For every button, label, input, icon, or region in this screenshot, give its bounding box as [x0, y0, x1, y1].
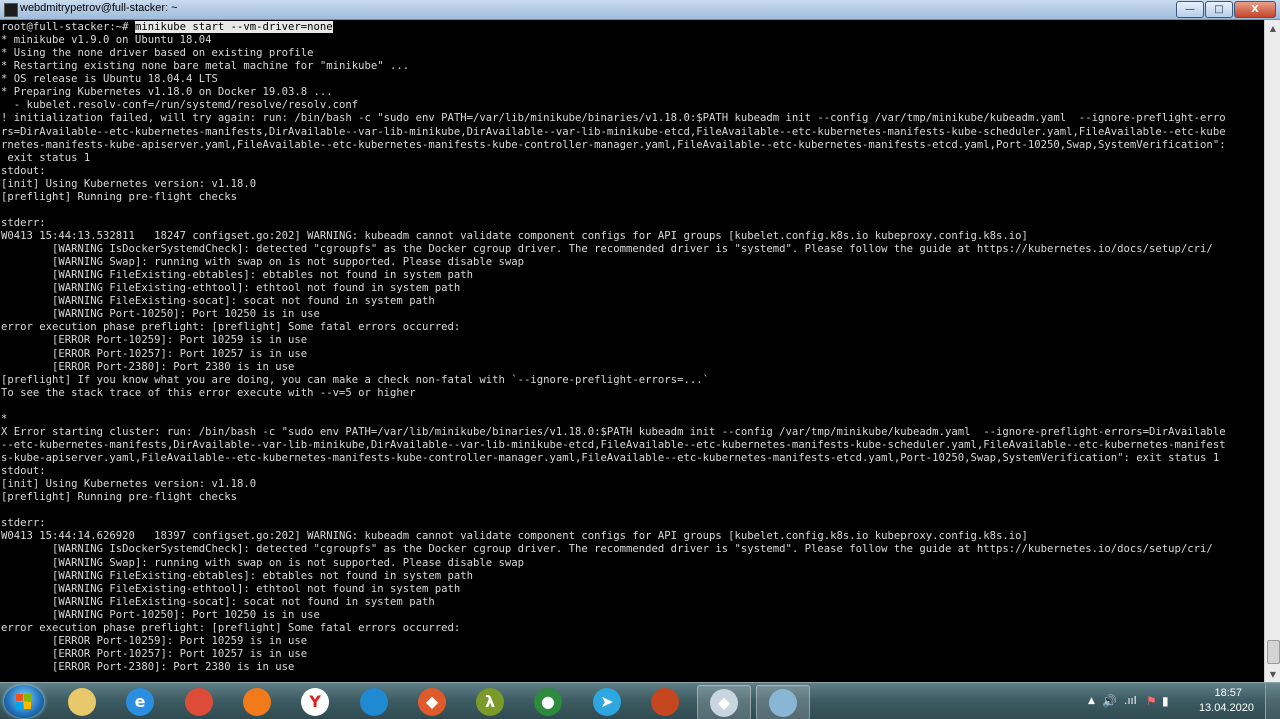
- terminal-line: [WARNING FileExisting-ebtables]: ebtable…: [1, 569, 473, 582]
- scroll-down-arrow-icon[interactable]: ▼: [1265, 666, 1280, 682]
- shell-prompt: root@full-stacker:~#: [1, 21, 135, 33]
- windows-taskbar: e Y ◆ λ ● ➤ ◆ ▲ 🔊 .ııl ⚑ ▮ 18:57 13.04.2020: [0, 682, 1280, 719]
- terminal-line: * Restarting existing none bare metal ma…: [1, 60, 410, 73]
- terminal-line: [ERROR Port-10257]: Port 10257 is in use: [1, 647, 308, 660]
- show-hidden-icons-arrow-icon[interactable]: ▲: [1088, 696, 1095, 706]
- office-app-icon: [651, 687, 679, 716]
- taskbar-app-button[interactable]: [56, 685, 108, 718]
- terminal-line: [preflight] Running pre-flight checks: [1, 491, 237, 504]
- terminal-line: [WARNING FileExisting-ethtool]: ethtool …: [1, 582, 461, 595]
- start-button[interactable]: [4, 685, 44, 718]
- terminal-line: [WARNING Port-10250]: Port 10250 is in u…: [1, 308, 320, 321]
- yandex-browser-icon: Y: [301, 687, 329, 716]
- chrome-icon: [185, 687, 213, 716]
- terminal-line: ! initialization failed, will try again:…: [1, 112, 1226, 125]
- terminal-line: [preflight] If you know what you are doi…: [1, 373, 709, 386]
- terminal-line: [preflight] Running pre-flight checks: [1, 190, 237, 203]
- network-signal-icon[interactable]: .ııl: [1124, 694, 1137, 707]
- terminal-line: [WARNING FileExisting-ethtool]: ethtool …: [1, 282, 461, 295]
- volume-icon[interactable]: 🔊: [1102, 694, 1117, 708]
- taskbar-app-button[interactable]: e: [114, 685, 166, 718]
- taskbar-app-button[interactable]: [231, 685, 283, 718]
- terminal-line: To see the stack trace of this error exe…: [1, 386, 416, 399]
- scroll-up-arrow-icon[interactable]: ▲: [1265, 20, 1280, 36]
- terminal-command-line: root@full-stacker:~# minikube start --vm…: [1, 21, 333, 34]
- clock-time[interactable]: 18:57: [1214, 687, 1242, 699]
- terminal-line: [ERROR Port-10259]: Port 10259 is in use: [1, 334, 308, 347]
- terminal-output[interactable]: root@full-stacker:~# minikube start --vm…: [0, 20, 1264, 682]
- terminal-line: rnetes-manifests-kube-apiserver.yaml,Fil…: [1, 138, 1226, 151]
- terminal-line: W0413 15:44:13.532811 18247 configset.go…: [1, 230, 1028, 242]
- git-icon: ◆: [418, 687, 446, 716]
- power-icon[interactable]: ▮: [1162, 694, 1169, 708]
- vscode-icon: [360, 687, 388, 716]
- terminal-line: * Preparing Kubernetes v1.18.0 on Docker…: [1, 86, 333, 99]
- selected-command: minikube start --vm-driver=none: [134, 21, 333, 33]
- terminal-line: stderr:: [1, 517, 46, 530]
- action-center-flag-icon[interactable]: ⚑: [1146, 694, 1157, 708]
- taskbar-app-button[interactable]: Y: [289, 685, 341, 718]
- firefox-icon: [243, 687, 271, 716]
- terminal-line: [ERROR Port-2380]: Port 2380 is in use: [1, 360, 295, 373]
- scrollbar-thumb[interactable]: [1267, 640, 1280, 664]
- terminal-line: [ERROR Port-10259]: Port 10259 is in use: [1, 634, 308, 647]
- terminal-line: [WARNING FileExisting-socat]: socat not …: [1, 595, 435, 608]
- terminal-app-icon: ◆: [710, 688, 738, 717]
- show-desktop-button[interactable]: [1265, 683, 1280, 719]
- terminal-line: - kubelet.resolv-conf=/run/systemd/resol…: [1, 99, 359, 112]
- system-tray: ▲ 🔊 .ııl ⚑ ▮ 18:57 13.04.2020: [1080, 683, 1280, 719]
- terminal-window-icon: [4, 3, 18, 17]
- terminal-line: *: [1, 412, 8, 425]
- telegram-icon: ➤: [593, 687, 621, 716]
- close-button[interactable]: X: [1234, 1, 1276, 18]
- terminal-line: error execution phase preflight: [prefli…: [1, 621, 461, 634]
- terminal-line: --etc-kubernetes-manifests,DirAvailable-…: [1, 438, 1226, 451]
- terminal-line: stdout:: [1, 164, 46, 177]
- taskbar-app-button[interactable]: λ: [464, 685, 516, 718]
- terminal-line: [init] Using Kubernetes version: v1.18.0: [1, 478, 257, 491]
- taskbar-app-button[interactable]: ➤: [581, 685, 633, 718]
- maximize-button[interactable]: □: [1205, 1, 1233, 18]
- taskbar-app-button[interactable]: ◆: [697, 685, 751, 719]
- taskbar-app-button[interactable]: ●: [522, 685, 574, 718]
- taskbar-app-button[interactable]: [756, 685, 810, 719]
- terminal-scrollbar[interactable]: ▲ ▼: [1264, 20, 1280, 682]
- notepad-icon: [769, 688, 797, 717]
- minimize-button[interactable]: —: [1176, 1, 1204, 18]
- taskbar-app-button[interactable]: [348, 685, 400, 718]
- terminal-line: [WARNING Swap]: running with swap on is …: [1, 556, 524, 569]
- terminal-line: [WARNING IsDockerSystemdCheck]: detected…: [1, 543, 1213, 556]
- window-titlebar: webdmitrypetrov@full-stacker: ~ — □ X: [0, 0, 1280, 20]
- window-controls: — □ X: [1175, 1, 1276, 18]
- terminal-line: error execution phase preflight: [prefli…: [1, 321, 461, 334]
- terminal-line: X Error starting cluster: run: /bin/bash…: [1, 425, 1226, 438]
- mongodb-compass-icon: ●: [534, 687, 562, 716]
- terminal-line: rs=DirAvailable--etc-kubernetes-manifest…: [1, 125, 1226, 138]
- terminal-line: [init] Using Kubernetes version: v1.18.0: [1, 177, 257, 190]
- file-explorer-icon: [68, 687, 96, 716]
- terminal-line: [WARNING IsDockerSystemdCheck]: detected…: [1, 243, 1213, 255]
- terminal-line: [WARNING FileExisting-ebtables]: ebtable…: [1, 269, 473, 282]
- terminal-line: exit status 1: [1, 151, 91, 164]
- terminal-line: * Using the none driver based on existin…: [1, 47, 314, 60]
- terminal-line: W0413 15:44:14.626920 18397 configset.go…: [1, 530, 1028, 543]
- window-title: webdmitrypetrov@full-stacker: ~: [20, 2, 178, 14]
- internet-explorer-icon: e: [126, 687, 154, 716]
- terminal-line: [ERROR Port-2380]: Port 2380 is in use: [1, 660, 295, 673]
- taskbar-app-button[interactable]: ◆: [406, 685, 458, 718]
- taskbar-app-button[interactable]: [173, 685, 225, 718]
- windows-logo-icon: [16, 694, 32, 710]
- terminal-line: [ERROR Port-10257]: Port 10257 is in use: [1, 347, 308, 360]
- terminal-line: [WARNING Swap]: running with swap on is …: [1, 256, 524, 269]
- terminal-line: [WARNING Port-10250]: Port 10250 is in u…: [1, 608, 320, 621]
- lambda-app-icon: λ: [476, 687, 504, 716]
- taskbar-app-button[interactable]: [639, 685, 691, 718]
- terminal-line: stdout:: [1, 465, 46, 477]
- terminal-line: stderr:: [1, 216, 46, 229]
- terminal-line: [WARNING FileExisting-socat]: socat not …: [1, 295, 435, 308]
- clock-date[interactable]: 13.04.2020: [1199, 702, 1254, 714]
- terminal-line: * OS release is Ubuntu 18.04.4 LTS: [1, 73, 218, 86]
- terminal-line: s-kube-apiserver.yaml,FileAvailable--etc…: [1, 452, 1220, 464]
- terminal-line: * minikube v1.9.0 on Ubuntu 18.04: [1, 34, 212, 47]
